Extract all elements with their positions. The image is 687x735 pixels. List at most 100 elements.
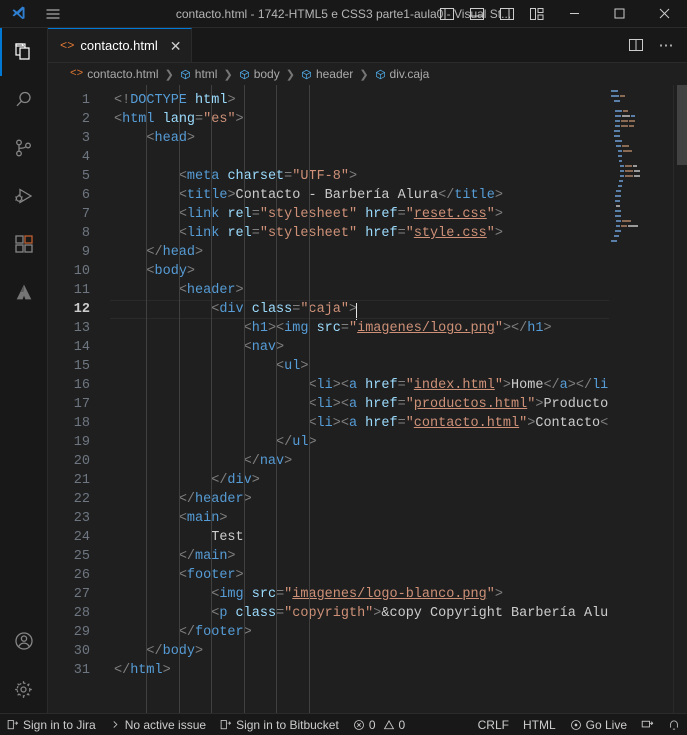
code-line[interactable]: <link rel="stylesheet" href="reset.css"> [110, 205, 609, 224]
code-line[interactable]: <img src="imagenes/logo-blanco.png"> [110, 585, 609, 604]
toggle-panel-icon[interactable] [462, 0, 492, 28]
code-line[interactable]: Test [110, 528, 609, 547]
status-problems[interactable]: 0 0 [346, 714, 412, 735]
status-remote[interactable] [634, 714, 661, 735]
code-line[interactable]: </head> [110, 243, 609, 262]
sidebar-item-atlassian[interactable] [0, 268, 48, 316]
code-line[interactable]: <nav> [110, 338, 609, 357]
breadcrumb-item-body[interactable]: body [237, 67, 282, 81]
code-token-str: " [494, 321, 503, 336]
code-line[interactable]: <li><a href="productos.html">Productos</… [110, 395, 609, 414]
code-line[interactable]: </footer> [110, 623, 609, 642]
minimap-line [611, 239, 681, 243]
code-token-punc: </ [243, 454, 260, 469]
toggle-secondary-sidebar-icon[interactable] [492, 0, 522, 28]
code-line[interactable]: <!DOCTYPE html> [110, 91, 609, 110]
code-line[interactable]: <link rel="stylesheet" href="style.css"> [110, 224, 609, 243]
code-token-link[interactable]: style.css [414, 226, 487, 241]
code-line[interactable]: <ul> [110, 357, 609, 376]
code-token-tag: nav [251, 340, 277, 355]
code-token-link[interactable]: productos.html [414, 397, 527, 412]
code-token-punc: < [146, 264, 155, 279]
scrollbar-thumb[interactable] [677, 85, 687, 165]
minimize-button[interactable] [552, 0, 597, 28]
code-line[interactable]: <meta charset="UTF-8"> [110, 167, 609, 186]
code-editor[interactable]: 1 2 3 4 5 6 7 8 9 10 11 12 13 14 15 16 17 18 19 20 21 22 23 24 2… [48, 85, 687, 713]
close-button[interactable] [642, 0, 687, 28]
code-line[interactable]: </main> [110, 547, 609, 566]
code-token-punc: = [397, 378, 406, 393]
code-line[interactable]: <li><a href="contacto.html">Contacto</a> [110, 414, 609, 433]
code-line[interactable]: <h1><img src="imagenes/logo.png"></h1> [110, 319, 609, 338]
code-line[interactable]: </header> [110, 490, 609, 509]
status-go-live[interactable]: Go Live [563, 714, 634, 735]
code-line[interactable]: </body> [110, 642, 609, 661]
minimap-scrollbar[interactable] [673, 85, 687, 713]
sidebar-item-extensions[interactable] [0, 220, 48, 268]
code-line[interactable]: <body> [110, 262, 609, 281]
error-icon [353, 719, 365, 731]
code-line[interactable] [110, 148, 609, 167]
code-token-tag: ul [292, 435, 309, 450]
maximize-button[interactable] [597, 0, 642, 28]
code-token-punc: = [251, 207, 260, 222]
minimap-block [616, 190, 621, 192]
tab-contacto-html[interactable]: <> contacto.html ✕ [48, 28, 193, 62]
status-jira[interactable]: Sign in to Jira [0, 714, 103, 735]
minimap-block [611, 210, 614, 212]
minimap-block [615, 195, 621, 197]
code-token-punc: > [494, 226, 503, 241]
status-notifications[interactable] [661, 714, 687, 735]
tab-close-icon[interactable]: ✕ [170, 39, 182, 53]
minimap[interactable] [609, 85, 687, 713]
breadcrumb-item-header[interactable]: header [299, 67, 355, 81]
accounts-icon[interactable] [0, 617, 48, 665]
code-line[interactable]: <div class="caja"> [110, 300, 609, 320]
minimap-line [611, 149, 681, 153]
sidebar-item-source-control[interactable] [0, 124, 48, 172]
minimap-block [611, 100, 613, 102]
status-bitbucket[interactable]: Sign in to Bitbucket [213, 714, 346, 735]
code-line[interactable]: <footer> [110, 566, 609, 585]
code-token-punc: < [178, 207, 187, 222]
chevron-right-icon [110, 719, 121, 730]
toggle-primary-sidebar-icon[interactable] [432, 0, 462, 28]
line-number: 25 [73, 549, 90, 564]
code-line[interactable]: <html lang="es"> [110, 110, 609, 129]
menu-button[interactable] [36, 6, 70, 22]
code-token-link[interactable]: index.html [414, 378, 495, 393]
minimap-block [611, 180, 618, 182]
gear-icon[interactable] [0, 665, 48, 713]
customize-layout-icon[interactable] [522, 0, 552, 28]
sidebar-item-explorer[interactable] [0, 28, 48, 76]
code-line[interactable]: </ul> [110, 433, 609, 452]
breadcrumb-item-file[interactable]: <> contacto.html [68, 67, 161, 81]
code-token-link[interactable]: reset.css [414, 207, 487, 222]
code-line[interactable]: <head> [110, 129, 609, 148]
code-token-link[interactable]: imagenes/logo.png [357, 321, 495, 336]
code-line[interactable]: <p class="copyrigth">&copy Copyright Bar… [110, 604, 609, 623]
code-line[interactable]: <title>Contacto - Barbería Alura</title> [110, 186, 609, 205]
code-content[interactable]: <!DOCTYPE html><html lang="es"> <head> <… [110, 85, 609, 713]
code-token-str: " [405, 416, 414, 431]
code-line[interactable]: </nav> [110, 452, 609, 471]
status-eol[interactable]: CRLF [471, 714, 516, 735]
status-active-issue[interactable]: No active issue [103, 714, 213, 735]
more-actions-icon[interactable]: ⋯ [653, 32, 679, 58]
code-token-link[interactable]: contacto.html [414, 416, 519, 431]
sidebar-item-run-debug[interactable] [0, 172, 48, 220]
breadcrumb-item-div-caja[interactable]: div.caja [373, 67, 432, 81]
code-line[interactable]: </div> [110, 471, 609, 490]
minimap-block [611, 150, 617, 152]
breadcrumb-item-html[interactable]: html [178, 67, 220, 81]
split-editor-icon[interactable] [623, 32, 649, 58]
status-language-mode[interactable]: HTML [516, 714, 563, 735]
breadcrumb: <> contacto.html ❯ html ❯ body ❯ header … [48, 63, 687, 85]
code-token-link[interactable]: imagenes/logo-blanco.png [292, 587, 486, 602]
code-line[interactable]: <li><a href="index.html">Home</a></li> [110, 376, 609, 395]
code-line[interactable]: </html> [110, 661, 609, 680]
sidebar-item-search[interactable] [0, 76, 48, 124]
code-line[interactable]: <main> [110, 509, 609, 528]
code-token-punc: > [186, 264, 196, 279]
code-line[interactable]: <header> [110, 281, 609, 300]
